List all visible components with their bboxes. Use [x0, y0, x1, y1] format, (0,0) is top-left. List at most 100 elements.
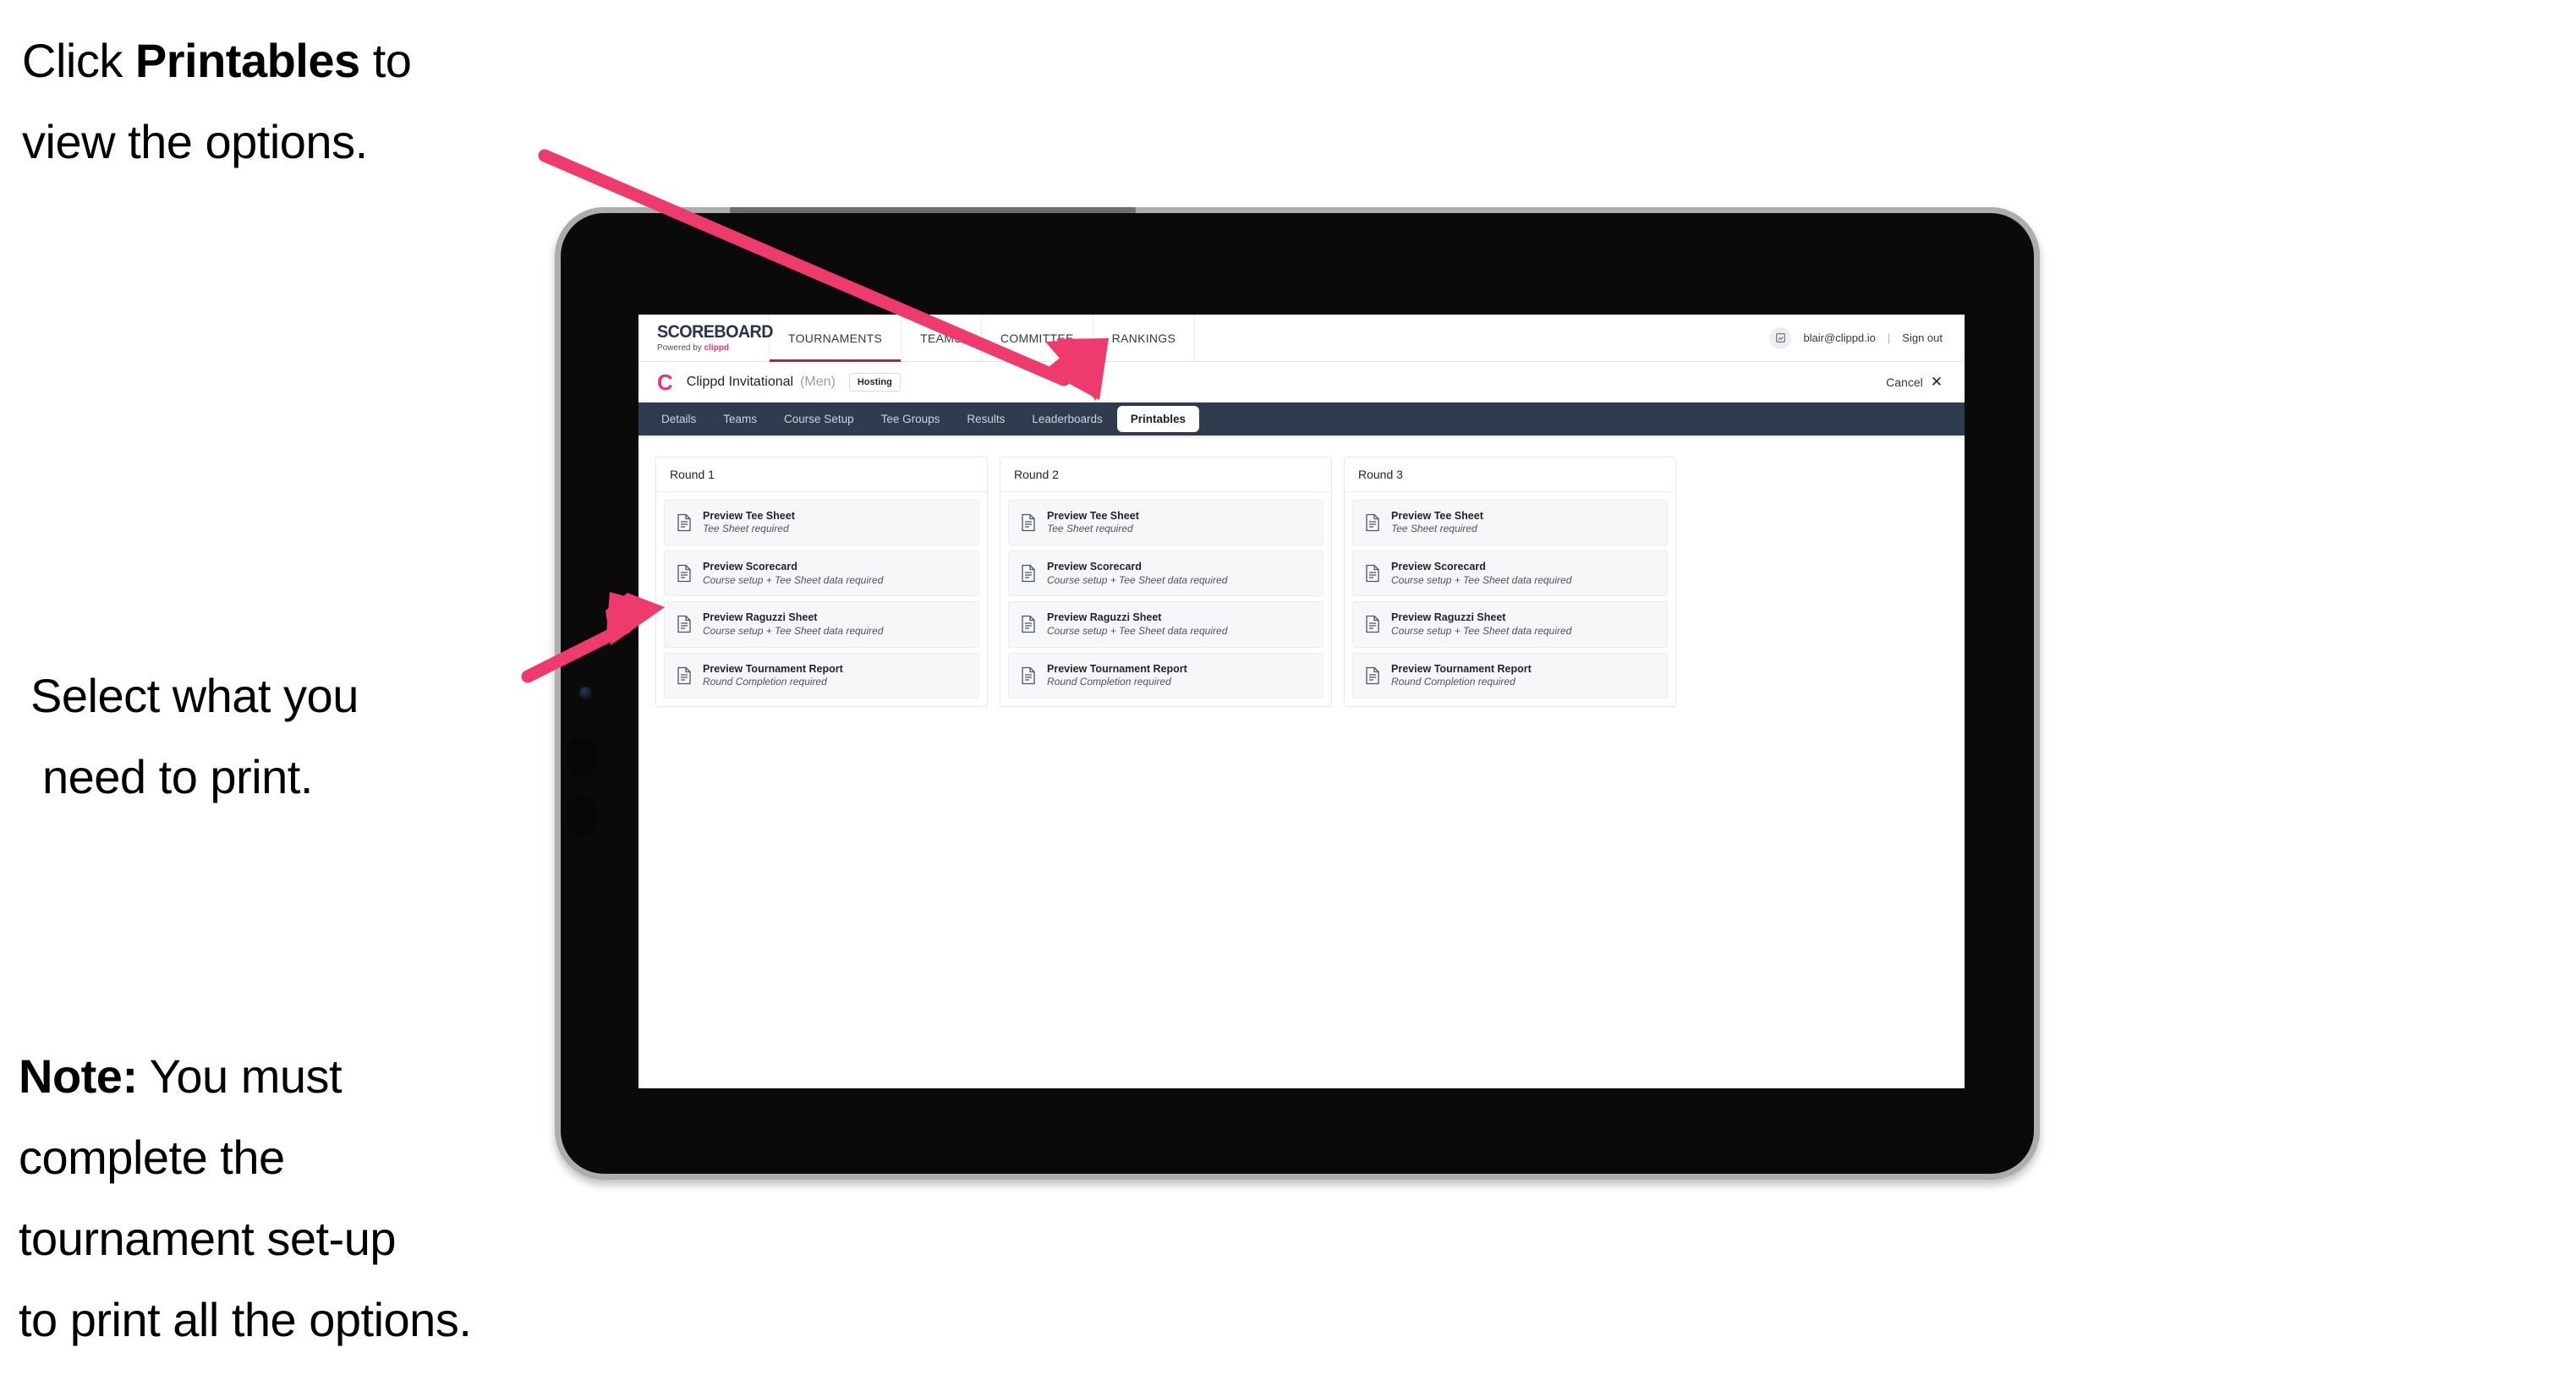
account-divider: |: [1887, 331, 1891, 344]
hosting-badge: Hosting: [848, 372, 901, 392]
annotation-top-line2: view the options.: [22, 115, 368, 168]
document-icon: [1364, 666, 1381, 685]
document-icon: [1020, 666, 1037, 685]
tablet-device-frame: SCOREBOARD Powered by clippd TOURNAMENTS…: [555, 207, 2040, 1180]
printable-title: Preview Tournament Report: [703, 662, 843, 675]
round-column-3: Round 3 Preview Tee Sheet Tee Sheet requ…: [1344, 457, 1676, 707]
nav-item-teams[interactable]: TEAMS: [902, 315, 982, 361]
nav-item-committee-label: COMMITTEE: [1000, 331, 1074, 345]
round-3-title: Round 3: [1345, 457, 1675, 492]
tab-tee-groups-label: Tee Groups: [880, 413, 940, 425]
printable-raguzzi-sheet-r3[interactable]: Preview Raguzzi Sheet Course setup + Tee…: [1352, 601, 1668, 648]
annotation-mid-line1: Select what you: [30, 669, 359, 722]
clippd-c-logo-icon: C: [657, 369, 673, 395]
brand-title: SCOREBOARD: [657, 322, 774, 342]
tab-results[interactable]: Results: [954, 407, 1017, 431]
tab-course-setup[interactable]: Course Setup: [771, 407, 867, 431]
tab-tee-groups[interactable]: Tee Groups: [869, 407, 953, 431]
printable-tee-sheet-r3[interactable]: Preview Tee Sheet Tee Sheet required: [1352, 500, 1668, 546]
nav-item-rankings-label: RANKINGS: [1111, 331, 1176, 345]
printable-title: Preview Scorecard: [1047, 561, 1142, 573]
document-icon: [1364, 513, 1381, 532]
account-email: blair@clippd.io: [1803, 331, 1876, 344]
printable-title: Preview Raguzzi Sheet: [703, 611, 818, 624]
printable-subtitle: Course setup + Tee Sheet data required: [1047, 573, 1228, 586]
annotation-top-bold: Printables: [134, 34, 360, 87]
printable-scorecard-r3[interactable]: Preview Scorecard Course setup + Tee She…: [1352, 551, 1668, 597]
printable-subtitle: Tee Sheet required: [1391, 523, 1477, 535]
volume-up-button[interactable]: [567, 737, 596, 776]
printable-raguzzi-sheet-r1[interactable]: Preview Raguzzi Sheet Course setup + Tee…: [664, 601, 979, 648]
tab-printables[interactable]: Printables: [1116, 406, 1200, 432]
nav-item-teams-label: TEAMS: [920, 331, 962, 345]
annotation-note-line3: tournament set-up: [19, 1212, 396, 1265]
printable-title: Preview Raguzzi Sheet: [1047, 611, 1162, 624]
sign-out-link[interactable]: Sign out: [1902, 331, 1943, 344]
printable-subtitle: Round Completion required: [703, 675, 827, 688]
app-top-bar: SCOREBOARD Powered by clippd TOURNAMENTS…: [639, 315, 1965, 362]
nav-item-rankings[interactable]: RANKINGS: [1093, 315, 1196, 361]
printable-title: Preview Tee Sheet: [1047, 510, 1139, 522]
nav-item-tournaments-label: TOURNAMENTS: [788, 331, 883, 345]
tab-teams[interactable]: Teams: [710, 407, 770, 431]
annotation-mid-line2: need to print.: [42, 750, 313, 803]
printable-tournament-report-r1[interactable]: Preview Tournament Report Round Completi…: [664, 652, 979, 698]
printable-subtitle: Tee Sheet required: [703, 523, 789, 535]
app-screen: SCOREBOARD Powered by clippd TOURNAMENTS…: [639, 315, 1965, 1088]
close-x-icon: ✕: [1930, 374, 1943, 390]
annotation-note-line4: to print all the options.: [19, 1293, 472, 1346]
cancel-button[interactable]: Cancel ✕: [1886, 375, 1943, 389]
document-icon: [1364, 615, 1381, 633]
printable-title: Preview Tournament Report: [1391, 662, 1532, 675]
nav-item-tournaments[interactable]: TOURNAMENTS: [770, 315, 902, 362]
annotation-select-to-print: Select what you need to print.: [30, 655, 555, 818]
printable-title: Preview Raguzzi Sheet: [1391, 611, 1506, 624]
printable-tee-sheet-r1[interactable]: Preview Tee Sheet Tee Sheet required: [664, 500, 979, 546]
printable-scorecard-r2[interactable]: Preview Scorecard Course setup + Tee She…: [1008, 551, 1324, 597]
nav-item-committee[interactable]: COMMITTEE: [982, 315, 1093, 361]
document-icon: [1020, 513, 1037, 532]
printable-tournament-report-r2[interactable]: Preview Tournament Report Round Completi…: [1008, 652, 1324, 698]
tablet-top-antenna-strip: [730, 207, 1136, 213]
printable-raguzzi-sheet-r2[interactable]: Preview Raguzzi Sheet Course setup + Tee…: [1008, 601, 1324, 648]
tab-details[interactable]: Details: [649, 407, 709, 431]
printable-tee-sheet-r2[interactable]: Preview Tee Sheet Tee Sheet required: [1008, 500, 1324, 546]
annotation-note-line2: complete the: [19, 1131, 285, 1184]
tab-printables-label: Printables: [1130, 413, 1187, 425]
account-area: blair@clippd.io | Sign out: [1769, 315, 1965, 361]
printable-title: Preview Scorecard: [703, 561, 797, 573]
tab-results-label: Results: [967, 413, 1006, 425]
tournament-gender: (Men): [800, 374, 836, 389]
primary-nav: TOURNAMENTS TEAMS COMMITTEE RANKINGS: [770, 315, 1196, 362]
printable-title: Preview Scorecard: [1391, 561, 1486, 573]
round-3-items: Preview Tee Sheet Tee Sheet required Pre…: [1345, 492, 1675, 706]
printable-subtitle: Round Completion required: [1047, 675, 1171, 688]
brand-logo[interactable]: SCOREBOARD Powered by clippd: [639, 315, 774, 361]
round-1-items: Preview Tee Sheet Tee Sheet required Pre…: [656, 492, 987, 706]
brand-powered-prefix: Powered by: [657, 343, 704, 353]
tournament-tab-strip: Details Teams Course Setup Tee Groups Re…: [639, 403, 1965, 438]
cancel-button-label: Cancel: [1886, 375, 1923, 389]
printable-title: Preview Tee Sheet: [703, 510, 795, 522]
screenshot-canvas: Click Printables to view the options. Se…: [0, 0, 2576, 1386]
tab-teams-label: Teams: [723, 413, 758, 425]
annotation-note-bold: Note:: [19, 1049, 138, 1103]
printable-subtitle: Course setup + Tee Sheet data required: [1391, 573, 1572, 586]
user-avatar-icon[interactable]: [1769, 326, 1792, 349]
printable-subtitle: Tee Sheet required: [1047, 523, 1133, 535]
tab-leaderboards-label: Leaderboards: [1032, 413, 1103, 425]
printable-tournament-report-r3[interactable]: Preview Tournament Report Round Completi…: [1352, 652, 1668, 698]
printable-scorecard-r1[interactable]: Preview Scorecard Course setup + Tee She…: [664, 551, 979, 597]
tab-leaderboards[interactable]: Leaderboards: [1019, 407, 1115, 431]
printable-subtitle: Course setup + Tee Sheet data required: [703, 573, 884, 586]
annotation-top-post: to: [359, 34, 412, 87]
printable-title: Preview Tee Sheet: [1391, 510, 1483, 522]
brand-powered-by: Powered by clippd: [657, 343, 769, 353]
round-2-items: Preview Tee Sheet Tee Sheet required Pre…: [1000, 492, 1331, 706]
volume-down-button[interactable]: [567, 797, 596, 835]
brand-clippd-word: clippd: [704, 343, 730, 353]
tournament-name: Clippd Invitational: [686, 374, 794, 389]
printable-subtitle: Course setup + Tee Sheet data required: [1047, 624, 1228, 637]
document-icon: [1020, 615, 1037, 633]
round-1-title: Round 1: [656, 457, 987, 492]
